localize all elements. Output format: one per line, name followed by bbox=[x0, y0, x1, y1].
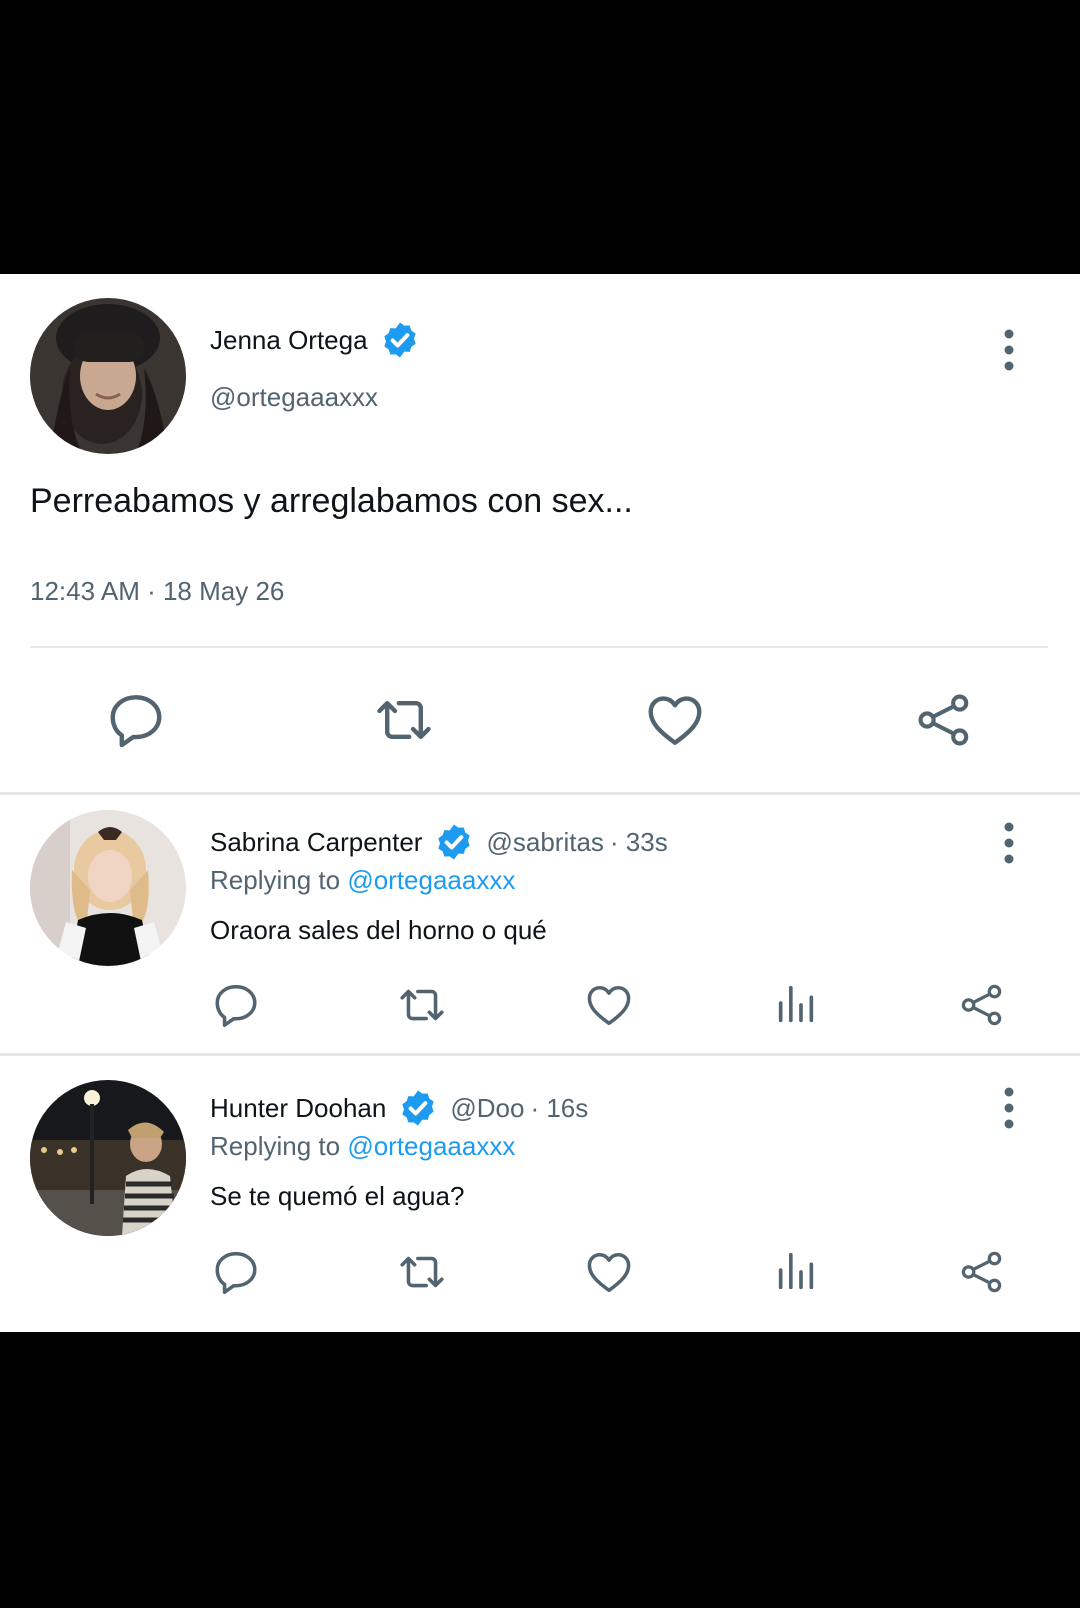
reply-button[interactable] bbox=[210, 1246, 262, 1298]
like-button[interactable] bbox=[643, 688, 707, 752]
views-button[interactable] bbox=[770, 1246, 822, 1298]
reply-tweet: Sabrina Carpenter @sabritas · 33s Replyi… bbox=[0, 795, 1080, 1056]
share-icon bbox=[959, 1249, 1005, 1295]
reply-icon bbox=[211, 980, 261, 1030]
display-name[interactable]: Sabrina Carpenter bbox=[210, 827, 422, 858]
replying-to-label: Replying to bbox=[210, 1131, 348, 1161]
like-button[interactable] bbox=[583, 1246, 635, 1298]
reply-time[interactable]: · 16s bbox=[530, 1093, 588, 1124]
share-button[interactable] bbox=[956, 979, 1008, 1031]
share-icon bbox=[915, 691, 973, 749]
views-icon bbox=[773, 982, 819, 1028]
share-icon bbox=[959, 982, 1005, 1028]
handle[interactable]: @ortegaaaxxx bbox=[210, 382, 378, 413]
retweet-icon bbox=[397, 980, 447, 1030]
more-options-icon[interactable] bbox=[1004, 1086, 1014, 1130]
retweet-icon bbox=[373, 689, 435, 751]
like-icon bbox=[584, 1247, 634, 1297]
replying-to-mention[interactable]: @ortegaaaxxx bbox=[347, 1131, 515, 1161]
reply-button[interactable] bbox=[104, 688, 168, 752]
like-button[interactable] bbox=[583, 979, 635, 1031]
divider bbox=[30, 646, 1048, 648]
handle[interactable]: @sabritas bbox=[486, 827, 603, 858]
like-icon bbox=[584, 980, 634, 1030]
display-name[interactable]: Jenna Ortega bbox=[210, 325, 368, 356]
handle[interactable]: @Doo bbox=[450, 1093, 524, 1124]
reply-time[interactable]: · 33s bbox=[610, 827, 668, 858]
reply-tweet: Hunter Doohan @Doo · 16s Replying to @or… bbox=[0, 1056, 1080, 1332]
tweet-text: Perreabamos y arreglabamos con sex... bbox=[30, 482, 633, 520]
more-options-icon[interactable] bbox=[1004, 328, 1014, 372]
retweet-icon bbox=[397, 1247, 447, 1297]
retweet-button[interactable] bbox=[372, 688, 436, 752]
avatar[interactable] bbox=[30, 1080, 186, 1236]
like-icon bbox=[644, 689, 706, 751]
avatar-photo bbox=[30, 810, 186, 966]
more-options-icon[interactable] bbox=[1004, 821, 1014, 865]
reply-text: Oraora sales del horno o qué bbox=[210, 915, 547, 945]
replying-to-label: Replying to bbox=[210, 865, 348, 895]
share-button[interactable] bbox=[956, 1246, 1008, 1298]
reply-icon bbox=[211, 1247, 261, 1297]
tweet-thread-card: Jenna Ortega @ortegaaaxxx Perreabamos y … bbox=[0, 274, 1080, 1332]
verified-badge-icon bbox=[380, 320, 420, 360]
replying-to: Replying to @ortegaaaxxx bbox=[210, 865, 515, 896]
main-tweet: Jenna Ortega @ortegaaaxxx Perreabamos y … bbox=[0, 274, 1080, 795]
replying-to: Replying to @ortegaaaxxx bbox=[210, 1131, 515, 1162]
reply-text: Se te quemó el agua? bbox=[210, 1181, 465, 1211]
replying-to-mention[interactable]: @ortegaaaxxx bbox=[347, 865, 515, 895]
avatar[interactable] bbox=[30, 810, 186, 966]
author-line: Hunter Doohan @Doo · 16s bbox=[210, 1086, 588, 1130]
share-button[interactable] bbox=[912, 688, 976, 752]
views-icon bbox=[773, 1249, 819, 1295]
avatar-photo bbox=[30, 1080, 186, 1236]
verified-badge-icon bbox=[398, 1088, 438, 1128]
avatar-photo bbox=[30, 298, 186, 454]
author-line: Sabrina Carpenter @sabritas · 33s bbox=[210, 820, 668, 864]
retweet-button[interactable] bbox=[396, 979, 448, 1031]
display-name[interactable]: Hunter Doohan bbox=[210, 1093, 386, 1124]
verified-badge-icon bbox=[434, 822, 474, 862]
reply-button[interactable] bbox=[210, 979, 262, 1031]
views-button[interactable] bbox=[770, 979, 822, 1031]
tweet-timestamp[interactable]: 12:43 AM · 18 May 26 bbox=[30, 576, 284, 607]
avatar[interactable] bbox=[30, 298, 186, 454]
retweet-button[interactable] bbox=[396, 1246, 448, 1298]
author-line: Jenna Ortega bbox=[210, 318, 420, 362]
reply-icon bbox=[105, 689, 167, 751]
